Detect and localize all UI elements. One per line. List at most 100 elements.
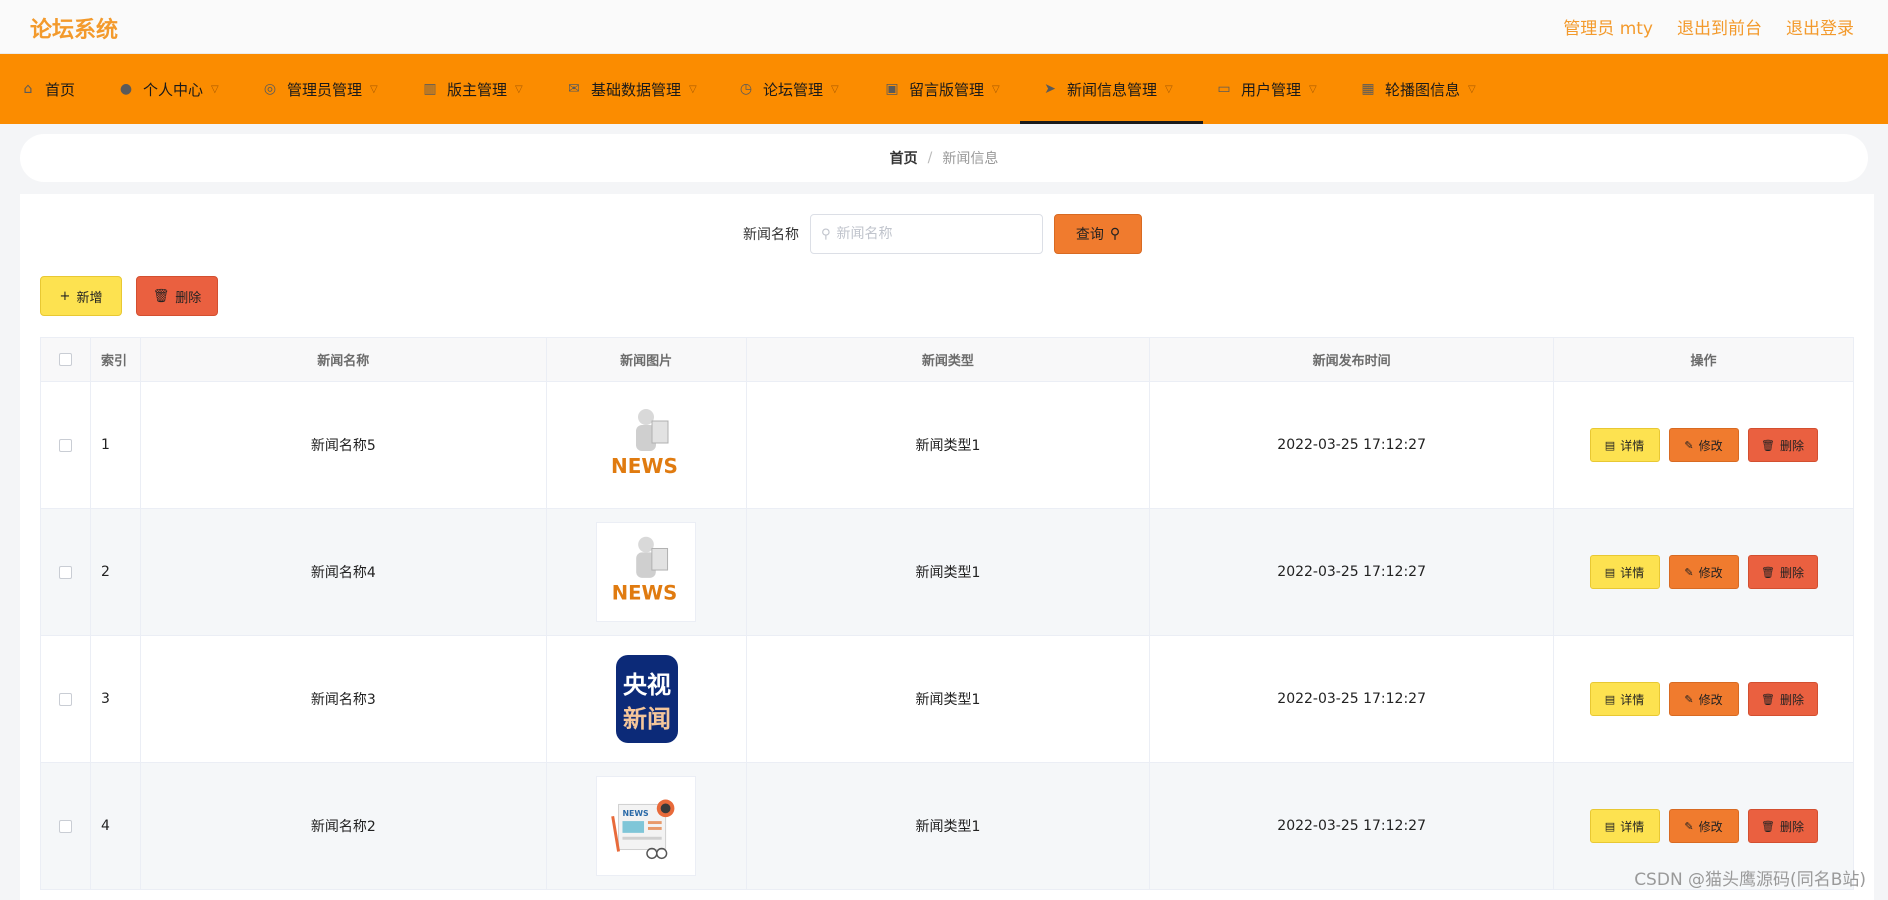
nav-item-guestbook[interactable]: ▣ 留言版管理 ▽	[884, 54, 1000, 124]
nav-item-moderators[interactable]: ▥ 版主管理 ▽	[422, 54, 523, 124]
row-checkbox[interactable]	[58, 565, 72, 579]
row-checkbox[interactable]	[58, 692, 72, 706]
trash-icon: 🗑	[152, 288, 170, 304]
chevron-down-icon: ▽	[1468, 83, 1476, 95]
row-news-name: 新闻名称2	[139, 762, 547, 890]
cctv-news-logo-image: 央视 新闻	[616, 655, 679, 743]
chevron-down-icon: ▽	[370, 83, 378, 95]
nav-item-home[interactable]: ⌂ 首页	[20, 54, 75, 124]
nav-item-label: 个人中心	[143, 80, 204, 99]
svg-text:NEWS: NEWS	[611, 454, 678, 478]
trash-icon: 🗑	[1761, 692, 1775, 706]
logout-link[interactable]: 退出登录	[1786, 14, 1854, 39]
select-all-checkbox[interactable]	[58, 353, 72, 366]
table-row: 2 新闻名称4 NEWS 新闻类型1 2022-03-25 17:12:27 ▤…	[40, 508, 1854, 636]
news-figure-image: NEWS	[596, 522, 697, 622]
row-publish-time: 2022-03-25 17:12:27	[1149, 381, 1554, 509]
col-header-time: 新闻发布时间	[1149, 337, 1554, 382]
chevron-down-icon: ▽	[515, 83, 523, 95]
nav-item-admins[interactable]: ◎ 管理员管理 ▽	[262, 54, 378, 124]
delete-button[interactable]: 🗑 删除	[1747, 682, 1818, 716]
svg-text:NEWS: NEWS	[623, 809, 650, 818]
row-select-cell	[40, 508, 91, 636]
top-header: 论坛系统 管理员 mty 退出到前台 退出登录	[0, 0, 1888, 54]
add-button[interactable]: + 新增	[40, 276, 122, 316]
col-header-actions: 操作	[1553, 337, 1854, 382]
watermark: CSDN @猫头鹰源码(同名B站)	[1634, 870, 1866, 890]
chevron-down-icon: ▽	[1309, 83, 1317, 95]
detail-button-label: 详情	[1620, 565, 1645, 580]
row-news-name: 新闻名称3	[139, 635, 547, 763]
detail-button[interactable]: ▤ 详情	[1589, 809, 1660, 843]
row-news-type: 新闻类型1	[745, 762, 1151, 890]
nav-item-users[interactable]: ▭ 用户管理 ▽	[1216, 54, 1317, 124]
document-icon: ▤	[1604, 692, 1616, 706]
edit-button[interactable]: ✎ 修改	[1668, 682, 1739, 716]
row-index: 2	[89, 508, 141, 636]
trash-icon: 🗑	[1761, 565, 1775, 579]
nav-item-label: 轮播图信息	[1385, 80, 1461, 99]
edit-button-label: 修改	[1698, 692, 1723, 707]
batch-delete-button[interactable]: 🗑 删除	[136, 276, 218, 316]
nav-item-label: 留言版管理	[909, 80, 985, 99]
camera-icon: ▣	[885, 81, 899, 97]
breadcrumb-home[interactable]: 首页	[890, 148, 918, 168]
nav-item-base-data[interactable]: ✉ 基础数据管理 ▽	[566, 54, 697, 124]
search-icon: ⚲	[1109, 226, 1121, 242]
edit-button[interactable]: ✎ 修改	[1668, 428, 1739, 462]
nav-item-profile[interactable]: ● 个人中心 ▽	[118, 54, 219, 124]
row-publish-time: 2022-03-25 17:12:27	[1149, 508, 1554, 636]
pencil-icon: ✎	[1684, 565, 1694, 579]
trash-icon: 🗑	[1761, 438, 1775, 452]
search-input[interactable]	[836, 226, 1027, 242]
nav-item-carousel[interactable]: ▦ 轮播图信息 ▽	[1360, 54, 1476, 124]
plus-icon: +	[59, 288, 71, 304]
row-select-cell	[40, 635, 91, 763]
news-table: 索引 新闻名称 新闻图片 新闻类型 新闻发布时间 操作 1 新闻名称5 NEWS…	[40, 337, 1854, 890]
row-image-cell: NEWS	[545, 508, 747, 636]
row-image-cell: 央视 新闻	[545, 635, 747, 763]
app-brand: 论坛系统	[30, 18, 119, 43]
query-button[interactable]: 查询 ⚲	[1054, 214, 1142, 254]
row-index: 1	[89, 381, 141, 509]
breadcrumb-separator: /	[927, 150, 933, 166]
svg-text:央视: 央视	[623, 671, 671, 699]
newspaper-illustration-image: NEWS	[596, 776, 697, 876]
detail-button-label: 详情	[1620, 438, 1645, 453]
delete-button-label: 删除	[1779, 819, 1804, 834]
edit-button-label: 修改	[1698, 438, 1723, 453]
home-icon: ⌂	[23, 81, 33, 97]
nav-item-label: 论坛管理	[763, 80, 824, 99]
detail-button[interactable]: ▤ 详情	[1589, 682, 1660, 716]
row-checkbox[interactable]	[58, 819, 72, 833]
chevron-down-icon: ▽	[992, 83, 1000, 95]
search-box[interactable]: ⚲	[810, 214, 1043, 254]
edit-button[interactable]: ✎ 修改	[1668, 555, 1739, 589]
delete-button[interactable]: 🗑 删除	[1747, 555, 1818, 589]
nav-item-forum[interactable]: ◷ 论坛管理 ▽	[738, 54, 839, 124]
nav-item-label: 版主管理	[447, 80, 508, 99]
document-icon: ▤	[1604, 565, 1616, 579]
col-header-name: 新闻名称	[139, 337, 547, 382]
row-publish-time: 2022-03-25 17:12:27	[1149, 635, 1554, 763]
search-icon: ⚲	[821, 226, 831, 242]
delete-button-label: 删除	[1779, 692, 1804, 707]
edit-button[interactable]: ✎ 修改	[1668, 809, 1739, 843]
delete-button[interactable]: 🗑 删除	[1747, 809, 1818, 843]
document-icon: ▤	[1604, 819, 1616, 833]
detail-button[interactable]: ▤ 详情	[1589, 428, 1660, 462]
mail-icon: ✉	[568, 81, 580, 97]
admin-user-link[interactable]: 管理员 mty	[1563, 14, 1653, 39]
row-checkbox[interactable]	[58, 438, 72, 452]
pencil-icon: ✎	[1684, 438, 1694, 452]
breadcrumb: 首页 / 新闻信息	[20, 134, 1868, 182]
breadcrumb-current: 新闻信息	[942, 151, 999, 167]
row-news-type: 新闻类型1	[745, 508, 1151, 636]
detail-button[interactable]: ▤ 详情	[1589, 555, 1660, 589]
send-icon: ➤	[1044, 81, 1056, 97]
delete-button[interactable]: 🗑 删除	[1747, 428, 1818, 462]
news-figure-image: NEWS	[611, 409, 678, 478]
nav-item-news[interactable]: ➤ 新闻信息管理 ▽	[1020, 54, 1203, 124]
exit-to-frontend-link[interactable]: 退出到前台	[1677, 14, 1762, 39]
content-panel: 新闻名称 ⚲ 查询 ⚲ + 新增 🗑 删除 索引 新闻名称 新闻图片 新闻类型 …	[20, 194, 1874, 900]
